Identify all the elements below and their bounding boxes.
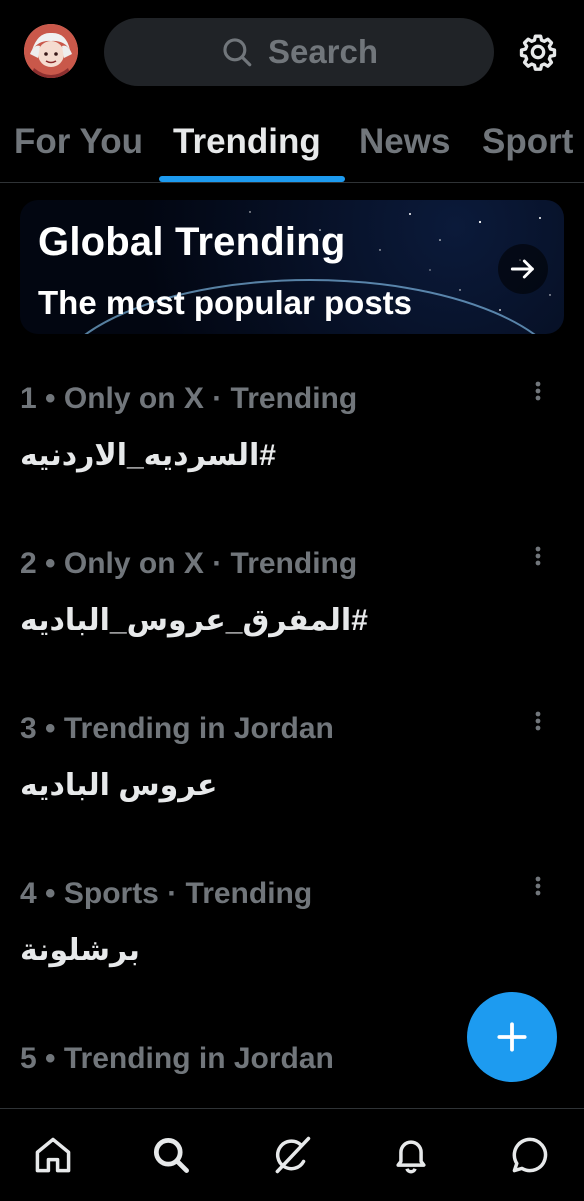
plus-icon [497,1022,527,1052]
trend-name: عروس الباديه [20,769,218,802]
grok-icon [275,1136,311,1174]
bottom-navigation [0,1108,584,1201]
avatar[interactable] [24,24,78,78]
tab-trending[interactable]: Trending [173,122,321,162]
tab-news[interactable]: News [359,122,450,162]
banner-subtitle: The most popular posts [38,284,413,321]
trend-meta: 3 • Trending in Jordan [20,712,334,745]
home-icon [35,1137,71,1173]
gear-icon [519,34,557,71]
search-placeholder: Search [267,33,379,70]
more-vertical-icon[interactable] [526,545,550,575]
trend-item[interactable]: 2 • Only on X · Trending #المفرق_عروس_ال… [0,545,584,697]
messages-icon [512,1137,548,1173]
compose-button[interactable] [467,992,557,1082]
global-trending-banner[interactable]: Global Trending The most popular posts [20,200,564,334]
trend-name: برشلونة [20,934,140,967]
nav-notifications[interactable] [389,1133,433,1177]
nav-home[interactable] [31,1133,75,1177]
trend-item[interactable]: 3 • Trending in Jordan عروس الباديه [0,710,584,862]
settings-button[interactable] [518,32,558,72]
nav-messages[interactable] [508,1133,552,1177]
more-vertical-icon[interactable] [526,380,550,410]
arrow-right-icon [510,259,534,279]
bell-icon [396,1140,426,1174]
search-icon [153,1137,189,1173]
more-vertical-icon[interactable] [526,875,550,905]
trend-name: #المفرق_عروس_الباديه [20,604,368,637]
tab-sport[interactable]: Sport [482,122,573,162]
nav-grok[interactable] [270,1133,314,1177]
search-icon [220,35,254,69]
banner-arrow-button[interactable] [498,244,548,294]
trend-meta: 2 • Only on X · Trending [20,547,358,580]
trend-name: #السرديه_الاردنيه [20,439,276,472]
trend-meta: 1 • Only on X · Trending [20,382,358,415]
trend-meta: 4 • Sports · Trending [20,877,313,910]
avatar-image [24,24,78,78]
active-tab-indicator [159,176,345,182]
tab-for-you[interactable]: For You [14,122,143,162]
nav-explore[interactable] [149,1133,193,1177]
trend-item[interactable]: 1 • Only on X · Trending #السرديه_الاردن… [0,380,584,532]
trend-meta: 5 • Trending in Jordan [20,1042,334,1075]
banner-title: Global Trending [38,220,346,264]
more-vertical-icon[interactable] [526,710,550,740]
search-bar[interactable]: Search [104,18,494,86]
top-bar: Search [0,0,584,100]
explore-tabs: For You Trending News Sport [0,104,584,183]
